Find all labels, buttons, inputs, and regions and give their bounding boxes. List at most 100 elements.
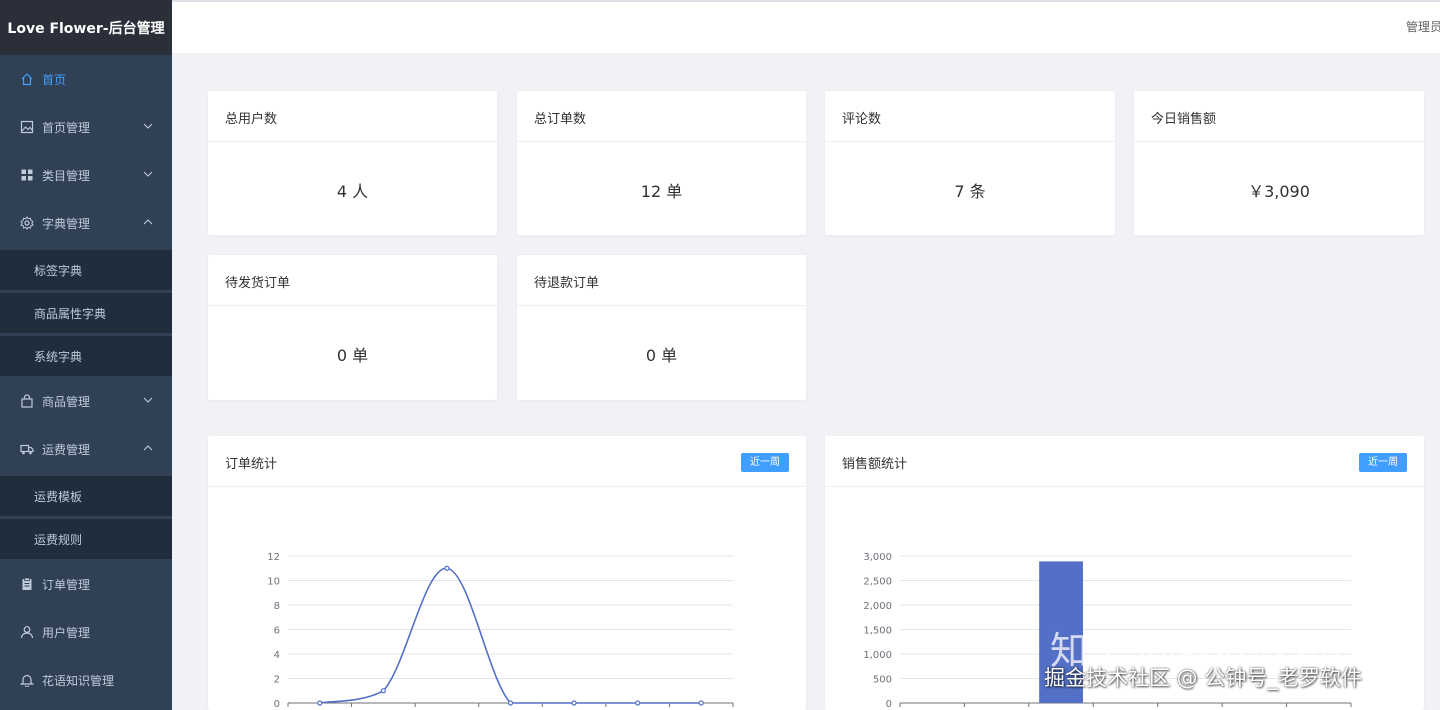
chevron-up-icon bbox=[143, 445, 153, 451]
sidebar-subitem-label: 标签字典 bbox=[34, 264, 83, 278]
card-value: 0 单 bbox=[336, 346, 369, 365]
sidebar-item-category-management[interactable]: 类目管理 bbox=[0, 155, 172, 195]
sidebar: Love Flower-后台管理 首页 首页管理 类目管理 字典管理 标签字典 … bbox=[0, 0, 172, 710]
stat-card-pending-refund: 待退款订单 0 单 bbox=[517, 255, 806, 400]
stat-card-pending-shipment: 待发货订单 0 单 bbox=[208, 255, 497, 400]
y-tick-label: 0 bbox=[886, 699, 892, 710]
sidebar-item-label: 类目管理 bbox=[42, 169, 91, 183]
sidebar-item-label: 用户管理 bbox=[42, 626, 91, 640]
chevron-down-icon bbox=[143, 171, 153, 177]
card-header: 总订单数 bbox=[517, 91, 806, 142]
chevron-down-icon bbox=[143, 397, 153, 403]
document-icon bbox=[22, 577, 32, 590]
truck-icon bbox=[20, 444, 34, 455]
sidebar-item-label: 商品管理 bbox=[42, 395, 91, 409]
y-tick-label: 2,500 bbox=[863, 577, 892, 588]
app-logo-title[interactable]: Love Flower-后台管理 bbox=[0, 0, 172, 55]
sidebar-subitem-tag-dictionary[interactable]: 标签字典 bbox=[0, 250, 172, 290]
card-title: 待发货订单 bbox=[225, 276, 291, 291]
data-point bbox=[698, 700, 704, 706]
shopping-bag-icon bbox=[21, 394, 33, 408]
y-tick-label: 2 bbox=[274, 675, 280, 686]
y-tick-label: 12 bbox=[267, 552, 280, 563]
data-point bbox=[571, 700, 577, 706]
top-header: 管理员 bbox=[172, 2, 1440, 53]
y-tick-label: 3,000 bbox=[863, 552, 892, 563]
y-tick-label: 500 bbox=[873, 675, 892, 686]
picture-icon bbox=[20, 120, 34, 134]
card-value: ￥3,090 bbox=[1248, 182, 1310, 201]
stat-card-comments: 评论数 7 条 bbox=[825, 91, 1115, 235]
range-week-button[interactable]: 近一周 bbox=[1359, 453, 1407, 472]
card-header: 今日销售额 bbox=[1134, 91, 1424, 142]
sidebar-subitem-label: 运费模板 bbox=[34, 490, 83, 504]
card-title: 待退款订单 bbox=[534, 276, 600, 291]
data-point bbox=[380, 688, 386, 694]
y-tick-label: 4 bbox=[274, 650, 280, 661]
sidebar-item-dictionary-management[interactable]: 字典管理 bbox=[0, 203, 172, 243]
sidebar-item-label: 运费管理 bbox=[42, 443, 91, 457]
sidebar-subitem-label: 商品属性字典 bbox=[34, 307, 107, 321]
sidebar-item-label: 首页 bbox=[42, 73, 67, 87]
y-tick-label: 1,500 bbox=[863, 626, 892, 637]
series-line bbox=[319, 567, 702, 704]
sidebar-item-home-management[interactable]: 首页管理 bbox=[0, 107, 172, 147]
sidebar-subitem-product-attribute-dictionary[interactable]: 商品属性字典 bbox=[0, 293, 172, 333]
sidebar-item-home[interactable]: 首页 bbox=[0, 59, 172, 99]
card-header: 总用户数 bbox=[208, 91, 497, 142]
sidebar-subitem-system-dictionary[interactable]: 系统字典 bbox=[0, 336, 172, 376]
sidebar-subitem-label: 系统字典 bbox=[34, 350, 83, 364]
sidebar-item-label: 花语知识管理 bbox=[42, 674, 115, 688]
card-value: 4 人 bbox=[336, 182, 369, 201]
sidebar-subitem-label: 运费规则 bbox=[34, 533, 83, 547]
sidebar-item-user-management[interactable]: 用户管理 bbox=[0, 612, 172, 652]
card-title: 总用户数 bbox=[225, 112, 278, 127]
data-point bbox=[635, 700, 641, 706]
card-header: 订单统计 近一周 bbox=[208, 436, 806, 487]
home-icon bbox=[21, 73, 33, 86]
watermark-juejin: 掘金技术社区 @ 公钟号_老罗软件 bbox=[1044, 666, 1362, 690]
card-header: 评论数 bbox=[825, 91, 1115, 142]
sidebar-item-label: 字典管理 bbox=[42, 217, 91, 231]
y-tick-label: 6 bbox=[274, 626, 280, 637]
stat-card-total-users: 总用户数 4 人 bbox=[208, 91, 497, 235]
card-title: 订单统计 bbox=[225, 457, 278, 472]
order-line-chart: 0 2 4 6 8 10 12 bbox=[267, 552, 734, 710]
sidebar-item-label: 首页管理 bbox=[42, 121, 91, 135]
user-icon bbox=[20, 626, 34, 639]
card-title: 今日销售额 bbox=[1151, 112, 1217, 127]
card-title: 总订单数 bbox=[534, 112, 587, 127]
card-value: 12 单 bbox=[640, 182, 683, 201]
sidebar-item-order-management[interactable]: 订单管理 bbox=[0, 564, 172, 604]
user-menu[interactable]: 管理员 bbox=[1406, 18, 1440, 35]
sidebar-item-flower-language-management[interactable]: 花语知识管理 bbox=[0, 660, 172, 700]
data-point bbox=[317, 700, 323, 706]
gear-icon bbox=[20, 216, 34, 230]
card-header: 待退款订单 bbox=[517, 255, 806, 306]
sidebar-subitem-freight-template[interactable]: 运费模板 bbox=[0, 476, 172, 516]
chevron-up-icon bbox=[143, 219, 153, 225]
stat-card-total-orders: 总订单数 12 单 bbox=[517, 91, 806, 235]
card-header: 待发货订单 bbox=[208, 255, 497, 306]
y-tick-label: 2,000 bbox=[863, 601, 892, 612]
range-week-button[interactable]: 近一周 bbox=[741, 453, 789, 472]
bell-icon bbox=[20, 674, 34, 687]
stat-card-today-sales: 今日销售额 ￥3,090 bbox=[1134, 91, 1424, 235]
order-stats-card: 订单统计 近一周 0 2 4 6 8 10 12 bbox=[208, 436, 806, 710]
chevron-down-icon bbox=[143, 123, 153, 129]
card-title: 销售额统计 bbox=[842, 457, 908, 472]
y-tick-label: 0 bbox=[274, 699, 280, 710]
sidebar-item-freight-management[interactable]: 运费管理 bbox=[0, 429, 172, 469]
y-tick-label: 10 bbox=[267, 577, 280, 588]
card-header: 销售额统计 近一周 bbox=[825, 436, 1424, 487]
data-point bbox=[507, 700, 514, 706]
y-tick-label: 8 bbox=[274, 601, 280, 612]
sidebar-subitem-freight-rules[interactable]: 运费规则 bbox=[0, 519, 172, 559]
card-value: 0 单 bbox=[645, 346, 678, 365]
sidebar-item-label: 订单管理 bbox=[42, 578, 91, 592]
sidebar-item-product-management[interactable]: 商品管理 bbox=[0, 381, 172, 421]
grid-icon bbox=[21, 169, 33, 181]
card-value: 7 条 bbox=[954, 182, 986, 201]
card-title: 评论数 bbox=[842, 112, 882, 127]
y-tick-label: 1,000 bbox=[863, 650, 892, 661]
